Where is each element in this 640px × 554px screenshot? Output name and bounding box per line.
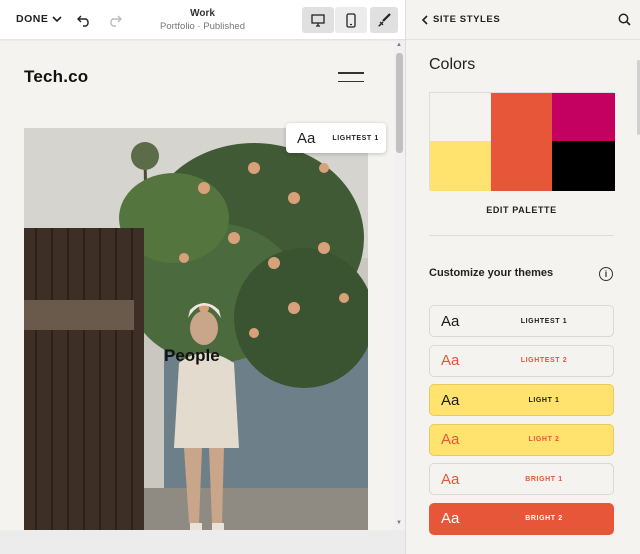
theme-card-light-2[interactable]: Aa LIGHT 2 [429,423,614,456]
customize-themes-heading: Customize your themes [429,267,554,279]
scroll-up-arrow-icon[interactable]: ▲ [396,42,402,48]
theme-card-lightest-2[interactable]: Aa LIGHTEST 2 [429,344,614,377]
site-preview: Tech.co People Aa LIGHTEST 1 [0,41,394,530]
done-label: DONE [16,13,49,25]
site-styles-panel: SITE STYLES Colors EDIT PALETTE Customiz… [405,0,640,554]
theme-sample: Aa [441,352,460,369]
palette-swatch [430,93,491,141]
palette-swatch [491,93,552,191]
done-button[interactable]: DONE [16,13,62,25]
panel-scrollbar[interactable] [636,40,640,530]
chevron-left-icon [421,14,428,25]
preview-footer-strip [0,530,405,554]
paintbrush-icon [378,13,391,27]
divider [429,235,614,236]
page-status: Portfolio · Published [159,21,246,32]
scrollbar-thumb[interactable] [396,53,403,153]
hamburger-menu-icon[interactable] [338,72,364,89]
editor-toolbar: DONE Work Portfolio · Published [0,0,405,40]
theme-label: BRIGHT 2 [525,515,563,522]
back-button[interactable]: SITE STYLES [421,14,500,25]
site-styles-button[interactable] [370,7,398,33]
preview-scrollbar[interactable]: ▲ ▼ [394,41,405,530]
theme-label: BRIGHT 1 [525,475,563,483]
mobile-icon [346,12,356,28]
info-icon[interactable]: i [599,267,613,281]
scroll-down-arrow-icon[interactable]: ▼ [396,520,402,526]
theme-card-bright-2[interactable]: Aa BRIGHT 2 [429,502,614,535]
theme-sample: Aa [441,391,460,409]
colors-heading: Colors [429,56,476,73]
undo-icon[interactable] [74,10,94,30]
theme-card-lightest-1[interactable]: Aa LIGHTEST 1 [429,305,614,337]
panel-header: SITE STYLES [406,0,640,40]
desktop-icon [311,13,325,27]
theme-label: LIGHTEST 1 [520,317,568,325]
hero-image [24,128,368,530]
chevron-down-icon [52,16,62,23]
theme-sample: Aa [441,312,460,330]
palette-swatch [552,93,615,141]
theme-sample: Aa [441,510,460,527]
search-icon[interactable] [618,13,631,31]
palette-swatch [552,141,615,191]
theme-list: Aa LIGHTEST 1 Aa LIGHTEST 2 Aa LIGHT 1 A… [429,305,614,542]
redo-icon[interactable] [105,10,125,30]
desktop-view-button[interactable] [302,7,334,33]
theme-label: LIGHT 1 [528,396,560,404]
section-theme-tag[interactable]: Aa LIGHTEST 1 [286,123,386,153]
theme-tag-label: LIGHTEST 1 [332,134,379,142]
theme-card-bright-1[interactable]: Aa BRIGHT 1 [429,463,614,495]
page-title: Work [190,8,215,19]
theme-label: LIGHT 2 [528,436,560,443]
theme-label: LIGHTEST 2 [520,357,568,364]
editor-window: DONE Work Portfolio · Published Tech.co [0,0,640,554]
palette-swatch [430,141,491,191]
theme-sample: Aa [441,470,460,488]
hero-title[interactable]: People [164,346,220,366]
edit-palette-button[interactable]: EDIT PALETTE [429,205,614,215]
mobile-view-button[interactable] [335,7,367,33]
theme-sample: Aa [441,431,460,448]
site-logo[interactable]: Tech.co [24,67,88,87]
theme-card-light-1[interactable]: Aa LIGHT 1 [429,384,614,416]
color-palette[interactable] [429,92,615,191]
page-title-block[interactable]: Work Portfolio · Published [150,8,255,32]
back-label: SITE STYLES [433,14,501,25]
theme-tag-sample: Aa [297,129,316,147]
